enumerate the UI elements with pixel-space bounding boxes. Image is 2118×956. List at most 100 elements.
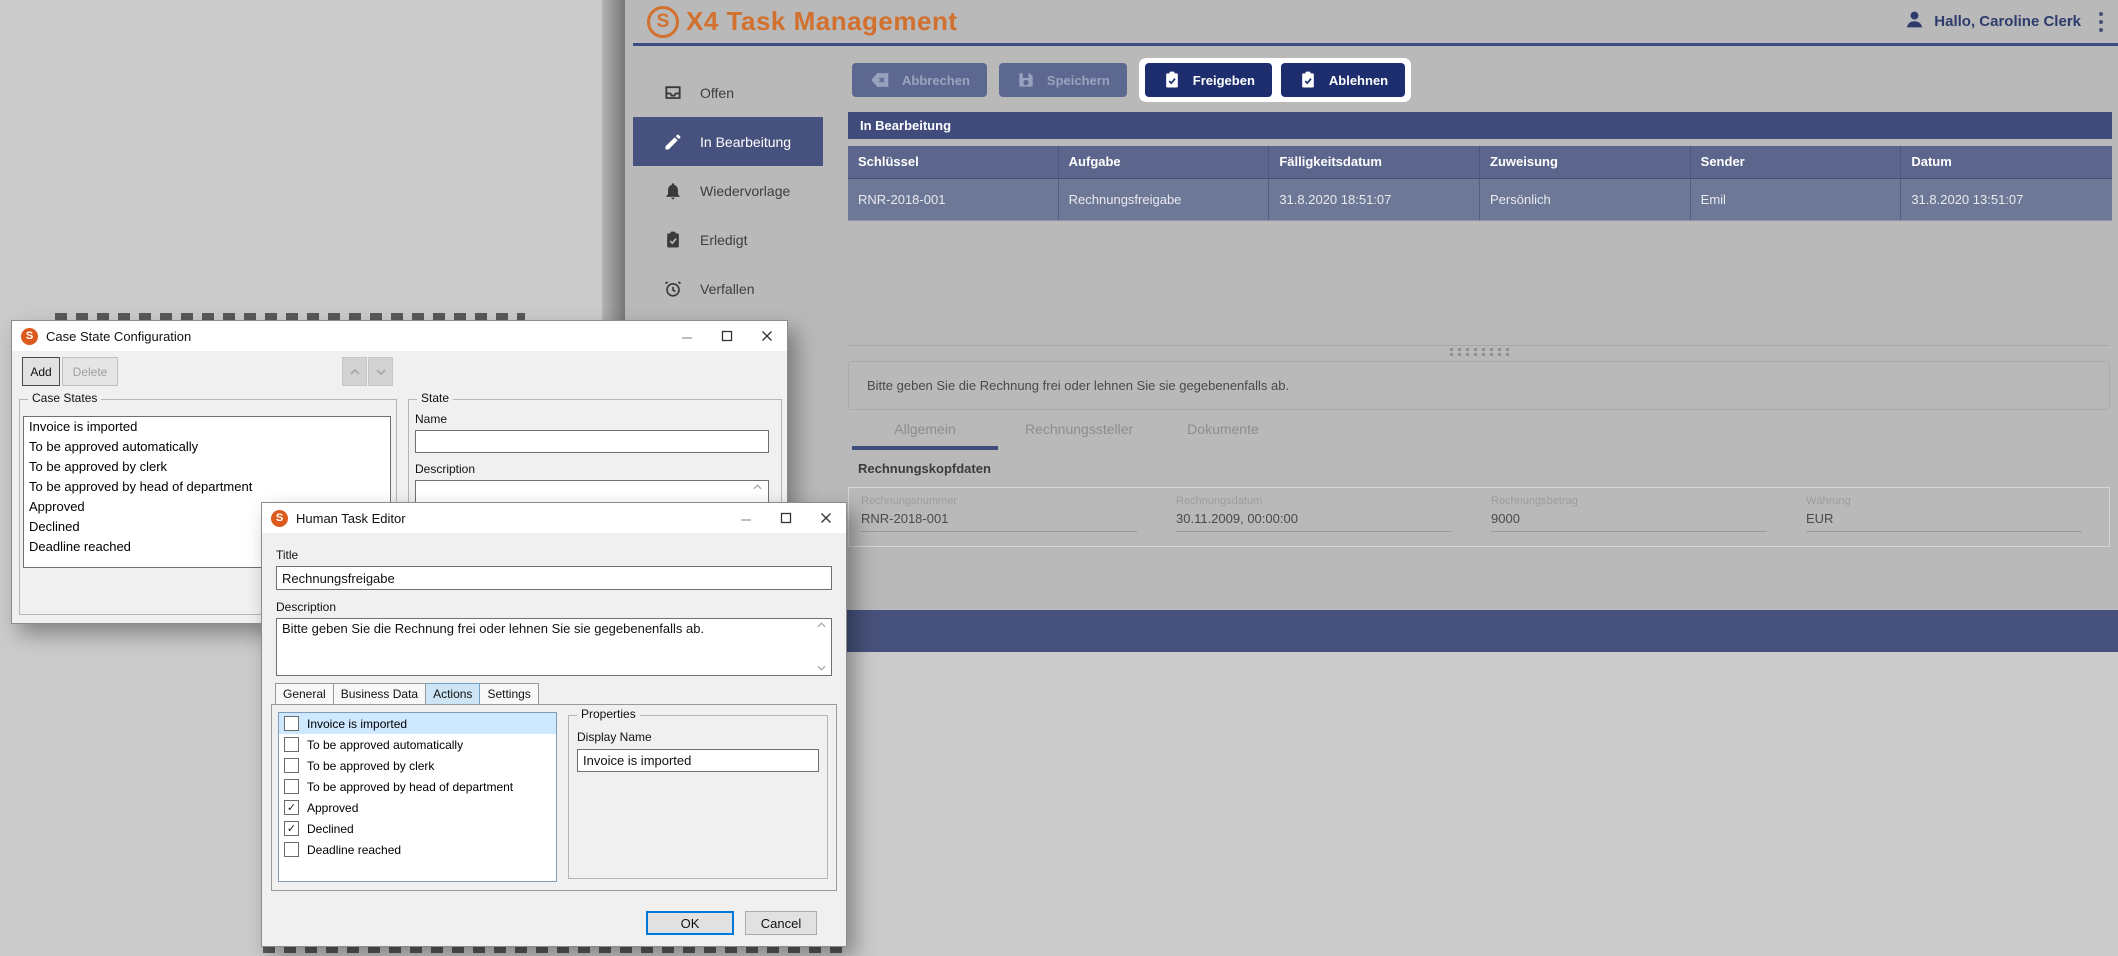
action-row[interactable]: Invoice is imported	[279, 713, 556, 734]
user-menu[interactable]: Hallo, Caroline Clerk	[1904, 9, 2104, 35]
tab-rechnungssteller[interactable]: Rechnungssteller	[998, 413, 1160, 450]
action-row[interactable]: Approved	[279, 797, 556, 818]
field-label: Währung	[1806, 495, 2097, 507]
tab-allgemein[interactable]: Allgemein	[852, 413, 998, 450]
minimize-icon[interactable]	[726, 503, 766, 533]
checkbox[interactable]	[284, 737, 299, 752]
case-state-item[interactable]: To be approved by head of department	[24, 477, 390, 497]
properties-group: Properties Display Name	[568, 715, 828, 879]
readonly-field: Rechnungsdatum30.11.2009, 00:00:00	[1164, 488, 1479, 546]
description-label: Description	[415, 462, 475, 476]
section-header: In Bearbeitung	[848, 112, 2112, 139]
window-controls	[667, 321, 787, 351]
scroll-up-icon[interactable]	[817, 622, 826, 628]
button-label: Speichern	[1047, 73, 1110, 88]
table-cell: 31.8.2020 18:51:07	[1269, 178, 1480, 220]
sidebar-item-label: Erledigt	[700, 232, 747, 248]
description-textarea[interactable]: Bitte geben Sie die Rechnung frei oder l…	[276, 618, 832, 676]
editor-tab-settings[interactable]: Settings	[480, 683, 538, 705]
action-label: Deadline reached	[307, 843, 401, 857]
sidebar-item-erledigt[interactable]: Erledigt	[633, 215, 823, 264]
scroll-up-icon[interactable]	[753, 484, 762, 490]
ok-button[interactable]: OK	[646, 911, 734, 935]
column-header[interactable]: Datum	[1901, 146, 2112, 178]
sidebar-item-label: Wiedervorlage	[700, 183, 790, 199]
action-row[interactable]: To be approved by head of department	[279, 776, 556, 797]
x4-dialog-icon: S	[271, 510, 288, 527]
field-value: EUR	[1806, 511, 2082, 532]
add-button[interactable]: Add	[22, 357, 60, 386]
case-state-dialog-titlebar[interactable]: S Case State Configuration	[12, 321, 787, 351]
column-header[interactable]: Zuweisung	[1480, 146, 1691, 178]
table-cell: 31.8.2020 13:51:07	[1901, 178, 2112, 220]
sidebar-item-in-bearbeitung[interactable]: In Bearbeitung	[633, 117, 823, 166]
checkbox[interactable]	[284, 758, 299, 773]
sidebar-item-offen[interactable]: Offen	[633, 68, 823, 117]
table-cell: Persönlich	[1480, 178, 1691, 220]
display-name-label: Display Name	[577, 730, 652, 744]
table-cell: Emil	[1691, 178, 1902, 220]
action-row[interactable]: To be approved automatically	[279, 734, 556, 755]
column-header[interactable]: Aufgabe	[1059, 146, 1270, 178]
case-state-item[interactable]: Invoice is imported	[24, 417, 390, 437]
minimize-icon[interactable]	[667, 321, 707, 351]
sidebar-item-label: In Bearbeitung	[700, 134, 791, 150]
close-icon[interactable]	[806, 503, 846, 533]
ablehnen-button[interactable]: Ablehnen	[1281, 63, 1405, 97]
column-header[interactable]: Schlüssel	[848, 146, 1059, 178]
field-value: 30.11.2009, 00:00:00	[1176, 511, 1452, 532]
checkbox[interactable]	[284, 800, 299, 815]
splitter-grip[interactable]	[1450, 348, 1514, 357]
speichern-button[interactable]: Speichern	[999, 63, 1127, 97]
delete-button[interactable]: Delete	[62, 357, 118, 386]
close-icon[interactable]	[747, 321, 787, 351]
checkbox[interactable]	[284, 716, 299, 731]
clipboard-check-icon	[1162, 70, 1182, 90]
checkbox[interactable]	[284, 779, 299, 794]
readonly-field: Währung EUR	[1794, 488, 2109, 546]
task-editor-titlebar[interactable]: S Human Task Editor	[262, 503, 846, 533]
sidebar-item-wiedervorlage[interactable]: Wiedervorlage	[633, 166, 823, 215]
field-label: Rechnungsbetrag	[1491, 495, 1782, 507]
scroll-down-icon[interactable]	[817, 665, 826, 671]
table-cell: Rechnungsfreigabe	[1059, 178, 1270, 220]
action-row[interactable]: Deadline reached	[279, 839, 556, 860]
editor-tab-general[interactable]: General	[275, 683, 334, 705]
case-state-item[interactable]: To be approved automatically	[24, 437, 390, 457]
display-name-input[interactable]	[577, 749, 819, 772]
title-input[interactable]	[276, 566, 832, 590]
field-value: 9000	[1491, 511, 1767, 532]
sidebar-item-verfallen[interactable]: Verfallen	[633, 264, 823, 313]
editor-tab-actions[interactable]: Actions	[426, 683, 480, 705]
checkbox[interactable]	[284, 842, 299, 857]
maximize-icon[interactable]	[707, 321, 747, 351]
task-editor-dialog: S Human Task Editor Title Description Bi…	[261, 502, 847, 947]
name-input[interactable]	[415, 430, 769, 453]
move-down-button[interactable]	[368, 357, 393, 386]
abbrechen-button[interactable]: Abbrechen	[852, 63, 987, 97]
field-value: RNR-2018-001	[861, 511, 1137, 532]
tab-dokumente[interactable]: Dokumente	[1160, 413, 1286, 450]
maximize-icon[interactable]	[766, 503, 806, 533]
detail-tabs: AllgemeinRechnungsstellerDokumente	[852, 413, 1286, 450]
column-header[interactable]: Fälligkeitsdatum	[1269, 146, 1480, 178]
kebab-menu-icon[interactable]	[2098, 11, 2104, 33]
column-header[interactable]: Sender	[1691, 146, 1902, 178]
table-row[interactable]: RNR-2018-001Rechnungsfreigabe31.8.2020 1…	[848, 178, 2112, 221]
readonly-field: Rechnungsbetrag 9000	[1479, 488, 1794, 546]
case-states-label: Case States	[28, 391, 101, 405]
floppy-icon	[1016, 70, 1036, 90]
instruction-panel: Bitte geben Sie die Rechnung frei oder l…	[848, 361, 2110, 410]
tray-icon	[663, 83, 683, 103]
form-section-title: Rechnungskopfdaten	[858, 461, 991, 476]
case-state-item[interactable]: To be approved by clerk	[24, 457, 390, 477]
move-up-button[interactable]	[342, 357, 367, 386]
backspace-icon	[869, 69, 891, 91]
user-greeting: Hallo, Caroline Clerk	[1934, 13, 2081, 30]
action-row[interactable]: To be approved by clerk	[279, 755, 556, 776]
editor-tab-business-data[interactable]: Business Data	[334, 683, 426, 705]
freigeben-button[interactable]: Freigeben	[1145, 63, 1272, 97]
checkbox[interactable]	[284, 821, 299, 836]
cancel-button[interactable]: Cancel	[745, 911, 817, 935]
action-row[interactable]: Declined	[279, 818, 556, 839]
